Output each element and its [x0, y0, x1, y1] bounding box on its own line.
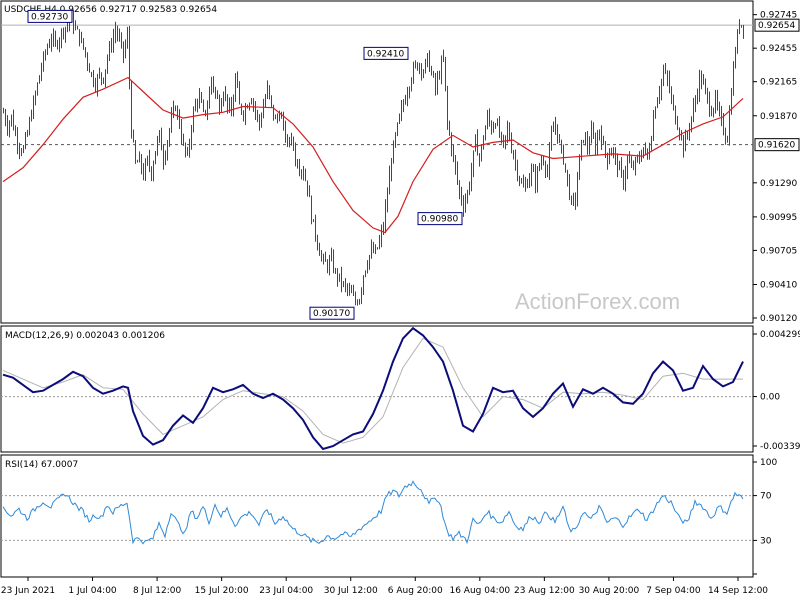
macd-y-axis: 0.004299 0.00 -0.003396 — [753, 330, 800, 452]
rsi-y-axis: 100 70 30 — [753, 458, 777, 575]
price-y-tick-label: 0.90705 — [760, 246, 797, 256]
price-annotation-label: 0.90170 — [313, 309, 350, 319]
x-tick-label: 30 Jul 12:00 — [324, 586, 378, 596]
x-tick-label: 23 Jul 04:00 — [259, 586, 313, 596]
price-annotation-label: 0.92410 — [367, 49, 404, 59]
macd-y-tick-label: 0.004299 — [760, 330, 800, 340]
macd-title: MACD(12,26,9) 0.002043 0.001206 — [5, 331, 165, 341]
x-tick-label: 23 Jun 2021 — [1, 586, 55, 596]
rsi-y-tick-label: 30 — [760, 536, 772, 546]
x-tick-label: 7 Sep 04:00 — [646, 586, 701, 596]
reference-level-label: 0.91620 — [758, 141, 795, 151]
x-tick-label: 30 Aug 20:00 — [579, 586, 640, 596]
current-price-label: 0.92654 — [758, 21, 795, 31]
price-y-tick-label: 0.92455 — [760, 44, 797, 54]
rsi-panel: RSI(14) 67.0007 100 70 30 — [0, 454, 777, 578]
price-y-tick-label: 0.92165 — [760, 78, 797, 88]
x-tick-label: 14 Sep 12:00 — [708, 586, 768, 596]
price-panel: ActionForex.com USDCHF,H4 0.92656 0.9271… — [0, 0, 800, 324]
x-tick-label: 1 Jul 04:00 — [68, 586, 117, 596]
x-tick-label: 16 Aug 04:00 — [449, 586, 510, 596]
x-tick-label: 15 Jul 20:00 — [195, 586, 249, 596]
watermark: ActionForex.com — [515, 289, 680, 314]
macd-panel: MACD(12,26,9) 0.002043 0.001206 0.004299… — [0, 325, 800, 453]
price-y-tick-label: 0.91870 — [760, 112, 797, 122]
chart-canvas: ActionForex.com USDCHF,H4 0.92656 0.9271… — [0, 0, 800, 596]
macd-y-tick-label: -0.003396 — [760, 442, 800, 452]
x-tick-label: 23 Aug 12:00 — [514, 586, 575, 596]
rsi-title: RSI(14) 67.0007 — [5, 460, 78, 470]
macd-y-tick-label: 0.00 — [760, 393, 780, 403]
price-y-tick-label: 0.90995 — [760, 213, 797, 223]
rsi-y-tick-label: 100 — [760, 458, 777, 468]
chart-root: ActionForex.com USDCHF,H4 0.92656 0.9271… — [0, 0, 800, 600]
x-tick-label: 8 Jul 12:00 — [133, 586, 182, 596]
x-tick-label: 6 Aug 20:00 — [388, 586, 443, 596]
price-y-tick-label: 0.90120 — [760, 314, 797, 324]
x-axis: 23 Jun 2021 1 Jul 04:00 8 Jul 12:00 15 Jul … — [1, 577, 768, 596]
price-y-axis: 0.927450.924550.921650.918700.912900.909… — [753, 11, 800, 324]
price-annotation-label: 0.92730 — [31, 12, 68, 22]
price-y-tick-label: 0.91290 — [760, 179, 797, 189]
rsi-y-tick-label: 70 — [760, 492, 772, 502]
price-annotation-label: 0.90980 — [421, 215, 458, 225]
price-y-tick-label: 0.90410 — [760, 280, 797, 290]
